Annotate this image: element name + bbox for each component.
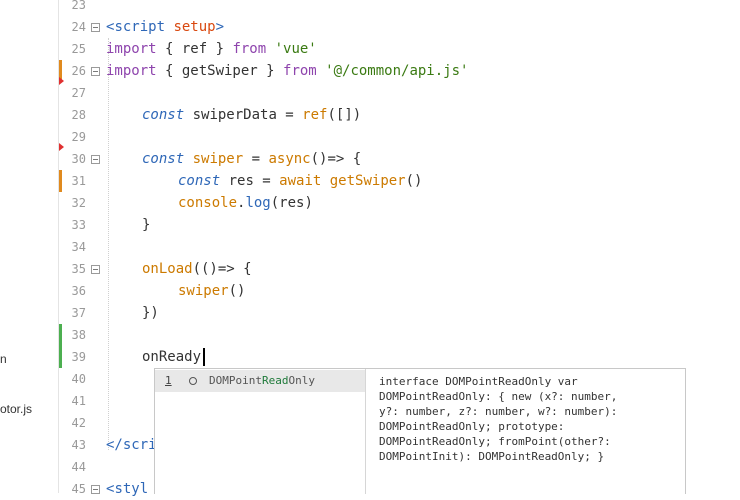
code-line-39: onReady [142, 349, 202, 365]
code-line-37: }) [142, 305, 159, 321]
line-number: 32 [71, 196, 86, 210]
code-line-43: </scri [106, 437, 157, 453]
code-line-28: const swiperData = ref([]) [142, 107, 362, 123]
suggestion-list: 1 DOMPointReadOnly [155, 369, 366, 494]
line-number: 30 [71, 152, 86, 166]
modified-line-marker [59, 170, 62, 192]
line-number: 37 [71, 306, 86, 320]
line-number: 27 [71, 86, 86, 100]
text-cursor [203, 348, 205, 366]
line-number: 35 [71, 262, 86, 276]
suggestion-label: DOMPointReadOnly [209, 374, 315, 387]
line-number: 23 [71, 0, 86, 12]
indent-guide [108, 38, 109, 450]
suggestion-documentation: interface DOMPointReadOnly var DOMPointR… [379, 375, 618, 463]
sidebar-file-item[interactable]: n [0, 352, 7, 366]
code-line-25: import { ref } from 'vue' [106, 41, 317, 57]
line-number: 25 [71, 42, 86, 56]
line-number: 36 [71, 284, 86, 298]
code-line-31: const res = await getSwiper() [178, 173, 423, 189]
error-marker-icon[interactable] [59, 143, 64, 151]
code-line-24: <script setup> [106, 19, 225, 35]
line-number: 40 [71, 372, 86, 386]
line-number: 33 [71, 218, 86, 232]
line-number: 42 [71, 416, 86, 430]
line-number: 38 [71, 328, 86, 342]
line-number: 44 [71, 460, 86, 474]
autocomplete-popup: 1 DOMPointReadOnly interface DOMPointRea… [154, 368, 686, 494]
circle-icon [189, 377, 197, 385]
code-line-45: <styl [106, 481, 149, 497]
line-number: 41 [71, 394, 86, 408]
code-line-30: const swiper = async()=> { [142, 151, 362, 167]
added-line-marker [59, 324, 62, 368]
code-line-33: } [142, 217, 151, 233]
fold-toggle-icon[interactable] [91, 155, 100, 164]
project-sidebar: n otor.js [0, 0, 59, 493]
line-number-gutter: 23 24 25 26 27 28 29 30 31 32 33 34 35 3… [59, 0, 103, 496]
code-line-35: onLoad(()=> { [142, 261, 252, 277]
line-number: 45 [71, 482, 86, 496]
code-line-26: import { getSwiper } from '@/common/api.… [106, 63, 469, 79]
line-number: 31 [71, 174, 86, 188]
line-number: 24 [71, 20, 86, 34]
error-marker-icon[interactable] [59, 77, 64, 85]
fold-toggle-icon[interactable] [91, 67, 100, 76]
fold-toggle-icon[interactable] [91, 23, 100, 32]
sidebar-file-item[interactable]: otor.js [0, 402, 32, 416]
code-line-32: console.log(res) [178, 195, 313, 211]
line-number: 43 [71, 438, 86, 452]
line-number: 39 [71, 350, 86, 364]
fold-toggle-icon[interactable] [91, 265, 100, 274]
suggestion-item[interactable]: 1 DOMPointReadOnly [155, 370, 365, 392]
code-line-36: swiper() [178, 283, 246, 299]
line-number: 28 [71, 108, 86, 122]
suggestion-index: 1 [165, 374, 172, 387]
line-number: 34 [71, 240, 86, 254]
